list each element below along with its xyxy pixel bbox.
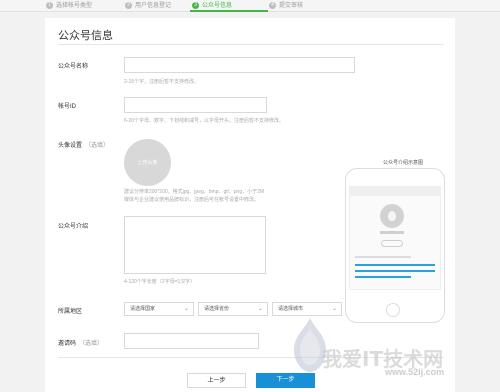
- phone-intro-highlight: [355, 270, 435, 272]
- phone-text-line: [355, 256, 411, 258]
- step-number: 3: [192, 2, 199, 9]
- account-id-label: 帐号ID: [58, 104, 77, 110]
- watermark-url: www.52ij.com: [385, 367, 445, 377]
- chevron-down-icon: ⌄: [257, 306, 263, 312]
- country-select-value: 请选择国家: [130, 306, 156, 312]
- intro-label: 公众号介绍: [58, 224, 89, 230]
- optional-tag: （选填）: [79, 341, 104, 347]
- province-select[interactable]: 请选择省份 ⌄: [198, 302, 268, 316]
- optional-tag: （选填）: [85, 143, 110, 149]
- step-number: 4: [269, 2, 276, 9]
- phone-intro-highlight: [355, 276, 411, 278]
- avatar-hint-2: 媒体与企业建议使用品牌标识，注册后可在帐号设置中修改。: [124, 197, 260, 203]
- account-name-hint: 2-15个字，注册后暂不支持修改。: [124, 79, 200, 85]
- intro-hint: 4-120个字长度（2字母=1汉字）: [124, 279, 196, 285]
- phone-follow-button-placeholder: [381, 240, 403, 247]
- region-label: 所属地区: [58, 309, 83, 315]
- phone-intro-highlight: [355, 264, 435, 266]
- avatar-label-text: 头像设置: [58, 143, 83, 149]
- step-label: 选择帐号类型: [56, 3, 93, 9]
- account-name-label: 公众号名称: [58, 64, 89, 70]
- step-label: 公众号信息: [202, 3, 233, 9]
- step-1: 1 选择帐号类型: [46, 1, 92, 11]
- title-divider: [58, 44, 444, 45]
- invite-label: 邀请码 （选填）: [58, 338, 103, 347]
- preview-title: 公众号介绍示意图: [382, 160, 423, 166]
- step-label: 提交审核: [279, 3, 304, 9]
- phone-screen: [349, 186, 441, 290]
- account-logo-icon: [380, 204, 404, 228]
- step-number: 1: [46, 2, 53, 9]
- step-4: 4 提交审核: [269, 1, 303, 11]
- upload-avatar-label: 上传头像: [137, 160, 158, 166]
- account-id-hint: 6-20个字母、数字、下划线和减号，以字母开头，注册后暂不支持修改。: [124, 118, 285, 124]
- step-2: 2 用户信息登记: [125, 1, 171, 11]
- step-bar: 1 选择帐号类型 2 用户信息登记 3 公众号信息 4 提交审核: [0, 0, 500, 12]
- invite-label-text: 邀请码: [58, 341, 77, 347]
- country-select[interactable]: 请选择国家 ⌄: [124, 302, 194, 316]
- step-number: 2: [125, 2, 132, 9]
- avatar-label: 头像设置 （选填）: [58, 140, 109, 149]
- page-title: 公众号信息: [58, 30, 113, 42]
- invite-code-input[interactable]: [124, 333, 259, 349]
- city-select-value: 请选择城市: [278, 306, 304, 312]
- phone-name-placeholder: [380, 231, 404, 234]
- prev-button[interactable]: 上一步: [187, 373, 246, 388]
- intro-textarea[interactable]: [124, 216, 266, 274]
- account-id-input[interactable]: [124, 97, 267, 113]
- phone-home-button: [386, 303, 400, 317]
- chevron-down-icon: ⌄: [183, 306, 189, 312]
- phone-topbar: [349, 186, 441, 196]
- province-select-value: 请选择省份: [204, 306, 230, 312]
- upload-avatar-button[interactable]: 上传头像: [124, 139, 171, 186]
- step-label: 用户信息登记: [135, 3, 172, 9]
- account-name-input[interactable]: [124, 57, 355, 73]
- active-step-indicator: [190, 10, 268, 12]
- avatar-hint-1: 建议分辨率200*200，格式jpg、jpeg、bmp、gif、png，小于2M: [124, 189, 265, 195]
